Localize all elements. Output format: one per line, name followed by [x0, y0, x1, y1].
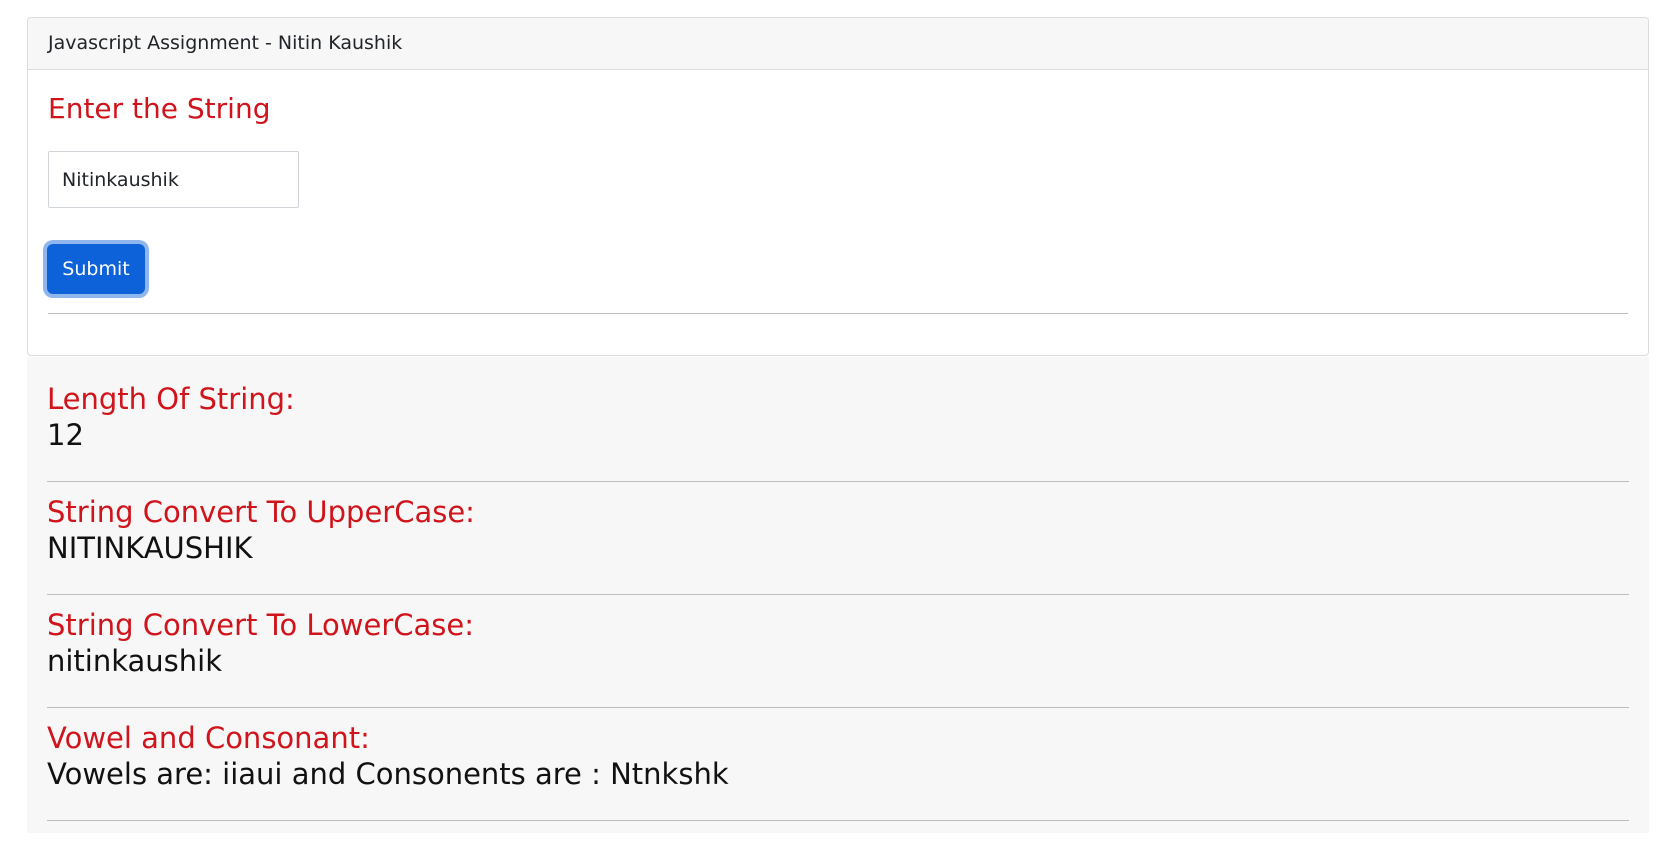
- card-body: Enter the String Submit: [28, 70, 1648, 314]
- result-uppercase: String Convert To UpperCase: NITINKAUSHI…: [47, 482, 1629, 595]
- form-heading: Enter the String: [48, 92, 271, 125]
- assignment-card: Javascript Assignment - Nitin Kaushik En…: [27, 17, 1649, 356]
- result-label: Length Of String:: [47, 382, 295, 416]
- divider: [48, 313, 1628, 314]
- result-label: Vowel and Consonant:: [47, 721, 370, 755]
- result-value: Vowels are: iiaui and Consonents are : N…: [47, 757, 729, 791]
- result-vowels-consonants: Vowel and Consonant: Vowels are: iiaui a…: [47, 708, 1629, 821]
- string-input[interactable]: [48, 151, 299, 208]
- card-header: Javascript Assignment - Nitin Kaushik: [28, 18, 1648, 70]
- result-value: NITINKAUSHIK: [47, 531, 253, 565]
- result-lowercase: String Convert To LowerCase: nitinkaushi…: [47, 595, 1629, 708]
- result-value: nitinkaushik: [47, 644, 223, 678]
- result-value: 12: [47, 418, 84, 452]
- submit-button[interactable]: Submit: [47, 244, 145, 294]
- result-label: String Convert To UpperCase:: [47, 495, 475, 529]
- results-panel: Length Of String: 12 String Convert To U…: [27, 357, 1649, 833]
- header-title: Javascript Assignment - Nitin Kaushik: [48, 32, 403, 54]
- result-label: String Convert To LowerCase:: [47, 608, 475, 642]
- result-length: Length Of String: 12: [47, 369, 1629, 482]
